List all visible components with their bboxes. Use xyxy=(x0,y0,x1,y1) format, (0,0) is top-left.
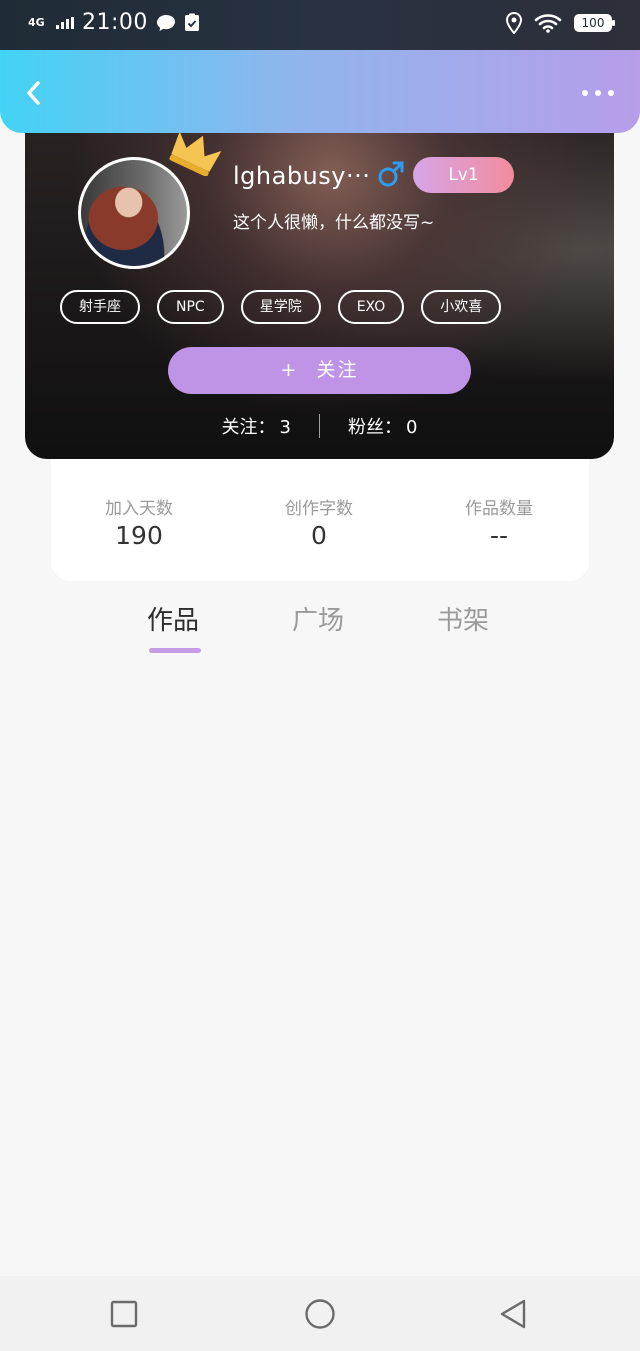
status-bar: 4G 21:00 100 xyxy=(0,0,640,50)
location-icon xyxy=(506,12,522,34)
tag-chip[interactable]: EXO xyxy=(337,290,405,324)
content-tabs: 作品 广场 书架 xyxy=(0,600,640,660)
profile-card: lghabusy··· Lv1 这个人很懒，什么都没写~ 射手座 NPC 星学院… xyxy=(25,110,614,459)
system-nav-bar xyxy=(0,1276,640,1351)
level-badge: Lv1 xyxy=(413,157,514,193)
stat-works-count: 作品数量 -- xyxy=(424,494,574,550)
clipboard-check-icon xyxy=(184,13,199,31)
message-icon xyxy=(156,14,175,31)
tag-chip[interactable]: 射手座 xyxy=(60,290,140,324)
clock: 21:00 xyxy=(82,10,148,35)
bio-text: 这个人很懒，什么都没写~ xyxy=(233,213,435,233)
circle-icon[interactable] xyxy=(304,1298,336,1330)
stat-word-count: 创作字数 0 xyxy=(244,494,394,550)
counts-divider xyxy=(319,414,320,438)
follow-counts: 关注： 3 粉丝： 0 xyxy=(25,413,614,439)
fans-label: 粉丝： xyxy=(348,417,402,438)
stat-label: 创作字数 xyxy=(285,499,353,519)
battery-level: 100 xyxy=(581,16,605,30)
crown-icon xyxy=(169,131,222,176)
stat-label: 作品数量 xyxy=(465,499,533,519)
tab-indicator xyxy=(149,648,201,653)
tag-chip[interactable]: 小欢喜 xyxy=(421,290,502,324)
back-button[interactable] xyxy=(20,78,50,108)
battery-icon: 100 xyxy=(574,14,615,32)
tab-bookshelf[interactable]: 书架 xyxy=(437,600,489,637)
signal-icon xyxy=(56,16,74,29)
square-icon[interactable] xyxy=(108,1298,140,1330)
follow-button[interactable]: + 关注 xyxy=(168,347,471,394)
follow-label: 关注 xyxy=(316,359,359,381)
stat-join-days: 加入天数 190 xyxy=(64,494,214,550)
plus-icon: + xyxy=(280,359,299,381)
following-label: 关注： xyxy=(221,417,276,438)
stat-value: -- xyxy=(489,521,509,550)
stats-panel: 加入天数 190 创作字数 0 作品数量 -- xyxy=(51,440,589,581)
stat-value: 190 xyxy=(115,521,163,550)
more-dots-icon[interactable] xyxy=(582,86,616,100)
fans-stat[interactable]: 粉丝： 0 xyxy=(348,413,417,439)
wifi-icon xyxy=(534,14,562,33)
stat-label: 加入天数 xyxy=(105,499,173,519)
tab-works[interactable]: 作品 xyxy=(147,600,199,637)
following-count: 3 xyxy=(279,417,291,438)
triangle-back-icon[interactable] xyxy=(498,1298,530,1330)
following-stat[interactable]: 关注： 3 xyxy=(222,413,291,439)
status-right: 100 xyxy=(506,12,615,34)
male-icon xyxy=(378,161,404,187)
network-indicator: 4G xyxy=(28,15,48,29)
top-app-bar xyxy=(0,50,640,133)
status-left: 4G 21:00 xyxy=(28,10,200,35)
tag-chip[interactable]: 星学院 xyxy=(240,290,321,324)
stat-value: 0 xyxy=(311,521,327,550)
network-type: 4G xyxy=(28,15,45,29)
fans-count: 0 xyxy=(406,417,418,438)
username: lghabusy··· xyxy=(233,162,371,190)
tag-list: 射手座 NPC 星学院 EXO 小欢喜 xyxy=(60,290,502,324)
tab-square[interactable]: 广场 xyxy=(292,600,344,637)
tag-chip[interactable]: NPC xyxy=(157,290,224,324)
